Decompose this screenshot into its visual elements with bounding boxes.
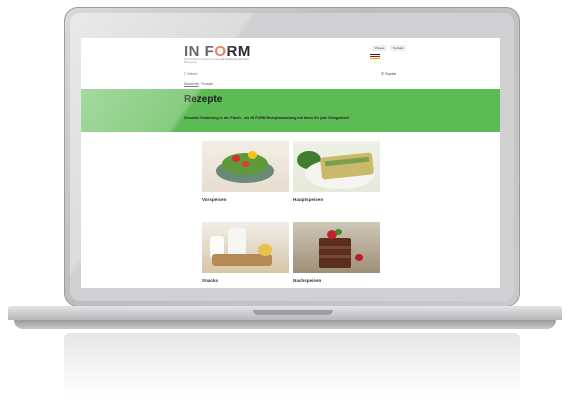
breadcrumb: Startseite / Rezepte xyxy=(184,82,214,86)
category-card-hauptspeisen[interactable]: Hauptspeisen xyxy=(293,141,380,202)
page-subtitle: Gesunde Ernährung in der Praxis - die IN… xyxy=(184,116,350,120)
laptop-base-edge xyxy=(14,320,556,329)
card-label: Vorspeisen xyxy=(202,197,227,202)
press-link[interactable]: Presse xyxy=(372,45,388,51)
lasagna-image xyxy=(293,141,380,192)
card-label: Snacks xyxy=(202,278,219,283)
menu-button[interactable]: ≡ Menü xyxy=(184,71,197,76)
category-card-vorspeisen[interactable]: Vorspeisen xyxy=(202,141,289,202)
salad-image xyxy=(202,141,289,192)
snacks-image xyxy=(202,222,289,273)
dessert-image xyxy=(293,222,380,273)
contact-link[interactable]: Kontakt xyxy=(390,45,407,51)
browser-screen: IN FORM Deutschlands Initiative für gesu… xyxy=(81,38,500,288)
site-header: IN FORM Deutschlands Initiative für gesu… xyxy=(81,38,500,88)
site-tagline: Deutschlands Initiative für gesunde Ernä… xyxy=(184,58,249,64)
page-title: Rezepte xyxy=(184,94,223,105)
ministry-logo xyxy=(370,54,400,60)
page-banner: Rezepte Gesunde Ernährung in der Praxis … xyxy=(81,89,500,132)
search-button[interactable]: ⚲ Suche xyxy=(381,71,396,76)
laptop-notch xyxy=(253,310,333,315)
category-card-nachspeisen[interactable]: Nachspeisen xyxy=(293,222,380,283)
breadcrumb-home[interactable]: Startseite xyxy=(184,82,199,86)
card-label: Nachspeisen xyxy=(293,278,322,283)
laptop-reflection xyxy=(64,333,520,397)
card-label: Hauptspeisen xyxy=(293,197,324,202)
category-card-snacks[interactable]: Snacks xyxy=(202,222,289,283)
top-links: Presse Kontakt xyxy=(370,45,407,51)
breadcrumb-current: Rezepte xyxy=(201,82,214,86)
